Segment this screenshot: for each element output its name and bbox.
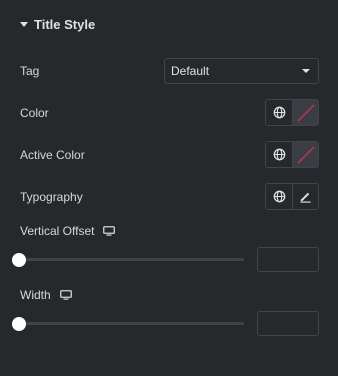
color-swatch-button[interactable]	[292, 100, 318, 125]
typography-label: Typography	[20, 190, 83, 204]
caret-down-icon	[20, 21, 28, 27]
width-row-label: Width	[20, 288, 72, 302]
tag-select[interactable]: Default	[164, 58, 319, 84]
globe-icon	[273, 148, 285, 161]
width-label: Width	[20, 288, 51, 302]
no-color-swatch-icon	[297, 104, 314, 121]
vertical-offset-input[interactable]	[257, 247, 319, 272]
typography-edit-button[interactable]	[292, 184, 318, 209]
globe-icon	[273, 190, 285, 203]
title-style-panel: Title Style Tag Default Color Active Col…	[0, 0, 338, 376]
vertical-offset-row-label: Vertical Offset	[20, 224, 116, 238]
tag-label: Tag	[20, 64, 40, 78]
vertical-offset-label: Vertical Offset	[20, 224, 95, 238]
active-color-label: Active Color	[20, 148, 85, 162]
color-global-button[interactable]	[266, 100, 292, 125]
tag-select-value: Default	[171, 64, 210, 78]
typography-global-button[interactable]	[266, 184, 292, 209]
section-header[interactable]: Title Style	[20, 16, 95, 32]
width-slider[interactable]	[19, 322, 244, 325]
width-slider-thumb[interactable]	[12, 316, 26, 331]
vertical-offset-slider[interactable]	[19, 258, 244, 261]
desktop-icon[interactable]	[103, 226, 116, 236]
chevron-down-icon	[302, 69, 310, 73]
globe-icon	[273, 106, 285, 119]
width-input[interactable]	[257, 311, 319, 336]
pencil-icon	[300, 192, 311, 203]
typography-control	[265, 183, 319, 210]
color-label: Color	[20, 106, 49, 120]
active-color-global-button[interactable]	[266, 142, 292, 167]
vertical-offset-slider-thumb[interactable]	[12, 252, 26, 267]
section-title: Title Style	[34, 16, 96, 32]
color-control	[265, 99, 319, 126]
desktop-icon[interactable]	[59, 290, 72, 300]
active-color-control	[265, 141, 319, 168]
active-color-swatch-button[interactable]	[292, 142, 318, 167]
no-color-swatch-icon	[297, 146, 314, 163]
